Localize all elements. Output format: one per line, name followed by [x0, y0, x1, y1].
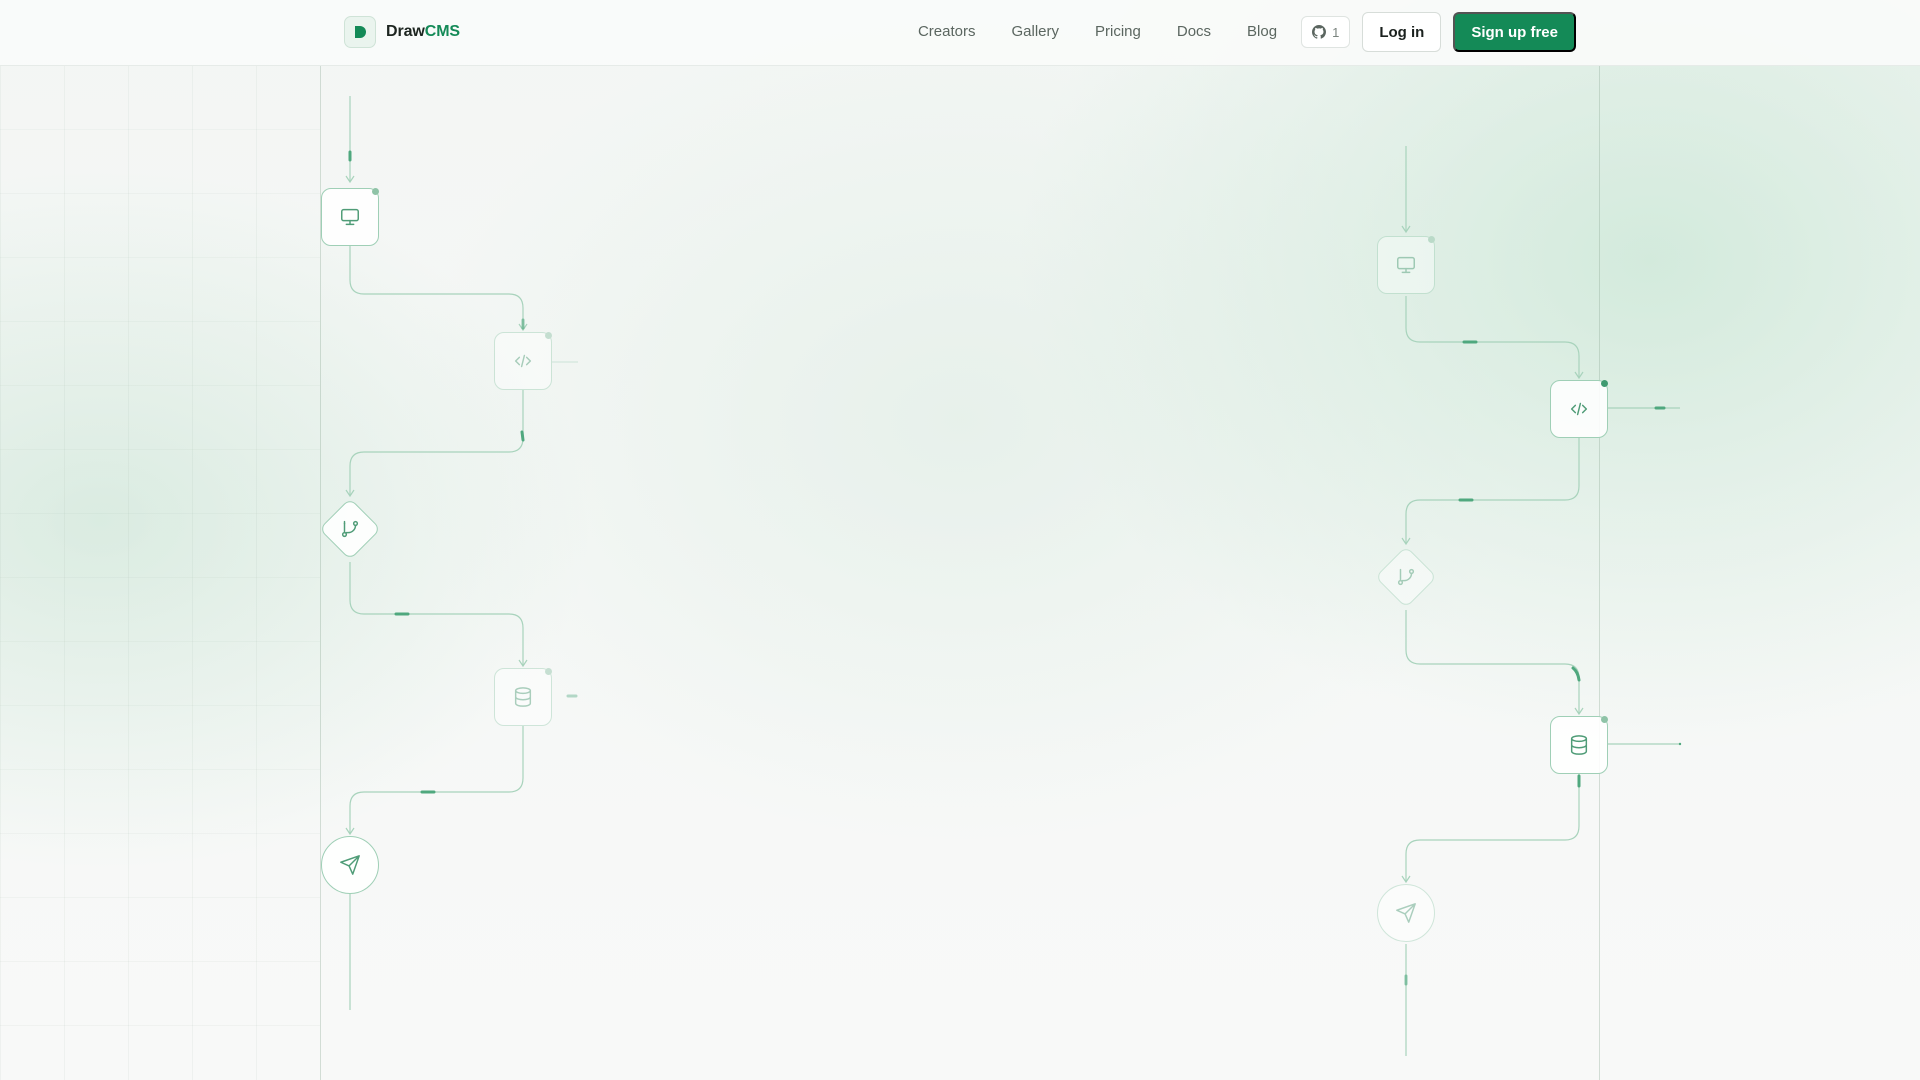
branch-node	[1374, 545, 1438, 609]
code-node-box	[1550, 380, 1608, 438]
background-grid	[0, 66, 320, 1080]
monitor-node	[321, 188, 379, 246]
send-icon	[340, 855, 360, 875]
database-node-box	[494, 668, 552, 726]
database-icon	[514, 687, 532, 707]
status-dot	[1428, 236, 1435, 243]
branch-node-box	[1374, 545, 1438, 609]
status-dot	[1601, 716, 1608, 723]
send-icon	[1396, 903, 1416, 923]
code-icon	[514, 354, 532, 368]
status-dot	[545, 668, 552, 675]
monitor-node-box	[1377, 236, 1435, 294]
logo-icon	[344, 16, 376, 48]
send-node-box	[321, 836, 379, 894]
brand-logo-link[interactable]: DrawCMS	[344, 16, 460, 48]
nav-link-pricing[interactable]: Pricing	[1077, 12, 1159, 52]
logo-d-glyph	[355, 26, 366, 38]
main-nav: Creators Gallery Pricing Docs Blog 1 Log…	[900, 12, 1576, 52]
monitor-icon	[1397, 256, 1415, 274]
monitor-icon	[341, 208, 359, 226]
database-node-box	[1550, 716, 1608, 774]
branch-node	[318, 497, 382, 561]
login-button[interactable]: Log in	[1362, 12, 1442, 52]
right-guide-line	[1599, 66, 1600, 1080]
top-navbar: DrawCMS Creators Gallery Pricing Docs Bl…	[0, 0, 1920, 66]
send-node-box	[1377, 884, 1435, 942]
send-node	[1377, 884, 1435, 942]
git-branch-icon	[1397, 568, 1415, 586]
code-node	[494, 332, 552, 390]
nav-link-blog[interactable]: Blog	[1229, 12, 1295, 52]
brand-name: DrawCMS	[386, 23, 460, 41]
brand-name-part2: CMS	[424, 23, 460, 40]
branch-node-box	[318, 497, 382, 561]
github-icon	[1312, 25, 1327, 39]
code-node-box	[494, 332, 552, 390]
signup-button[interactable]: Sign up free	[1453, 12, 1576, 52]
nav-link-gallery[interactable]: Gallery	[993, 12, 1077, 52]
monitor-node	[1377, 236, 1435, 294]
github-star-count: 1	[1332, 24, 1340, 40]
status-dot	[1601, 380, 1608, 387]
database-node	[1550, 716, 1608, 774]
code-node	[1550, 380, 1608, 438]
github-stars-button[interactable]: 1	[1301, 16, 1351, 48]
send-node	[321, 836, 379, 894]
database-icon	[1570, 735, 1588, 755]
database-node	[494, 668, 552, 726]
status-dot	[545, 332, 552, 339]
monitor-node-box	[321, 188, 379, 246]
code-icon	[1570, 402, 1588, 416]
brand-name-part1: Draw	[386, 23, 425, 40]
git-branch-icon	[341, 520, 359, 538]
status-dot	[372, 188, 379, 195]
nav-link-docs[interactable]: Docs	[1159, 12, 1229, 52]
nav-link-creators[interactable]: Creators	[900, 12, 994, 52]
